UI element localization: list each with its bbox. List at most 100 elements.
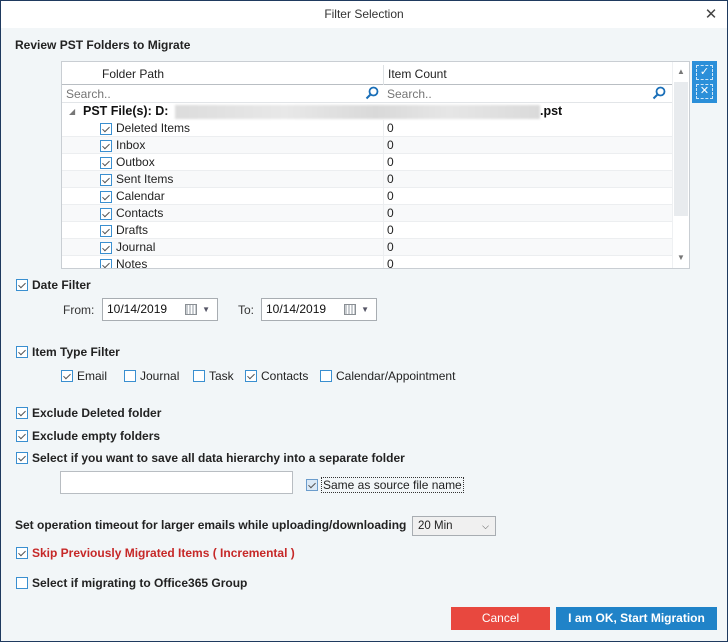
folder-checkbox[interactable]	[100, 208, 112, 220]
folder-name: Sent Items	[116, 172, 174, 186]
exclude-deleted-option[interactable]: Exclude Deleted folder	[16, 406, 161, 420]
calendar-appointment-checkbox[interactable]	[320, 369, 332, 382]
folder-row[interactable]: Deleted Items 0	[62, 120, 673, 137]
journal-checkbox[interactable]	[124, 369, 136, 382]
column-divider	[383, 137, 384, 154]
calendar-icon[interactable]	[344, 304, 356, 315]
folder-row[interactable]: Sent Items 0	[62, 171, 673, 188]
calendar-icon[interactable]	[185, 304, 197, 315]
task-checkbox[interactable]	[193, 369, 205, 382]
folder-checkbox[interactable]	[100, 174, 112, 186]
to-date-value: 10/14/2019	[266, 302, 327, 316]
scroll-down-arrow-icon[interactable]: ▼	[673, 250, 689, 266]
office365-group-option[interactable]: Select if migrating to Office365 Group	[16, 576, 247, 590]
item-count: 0	[387, 223, 394, 237]
task-label: Task	[209, 369, 234, 383]
exclude-deleted-label: Exclude Deleted folder	[32, 406, 162, 420]
folder-checkbox[interactable]	[100, 157, 112, 169]
folder-name: Deleted Items	[116, 121, 191, 135]
timeout-value: 20 Min	[418, 520, 453, 532]
review-section-title: Review PST Folders to Migrate	[15, 38, 191, 52]
date-filter-label: Date Filter	[32, 278, 91, 292]
folder-name: Calendar	[116, 189, 165, 203]
folder-checkbox[interactable]	[100, 259, 112, 268]
folder-checkbox[interactable]	[100, 140, 112, 152]
filter-selection-dialog: Filter Selection ✕ Review PST Folders to…	[0, 0, 728, 642]
to-date-picker[interactable]: 10/14/2019 ▼	[261, 298, 377, 321]
scroll-up-arrow-icon[interactable]: ▲	[673, 64, 689, 80]
skip-migrated-option[interactable]: Skip Previously Migrated Items ( Increme…	[16, 546, 295, 560]
folder-checkbox[interactable]	[100, 225, 112, 237]
item-type-filter-label: Item Type Filter	[32, 345, 120, 359]
close-icon[interactable]: ✕	[703, 1, 719, 28]
type-calendar-option[interactable]: Calendar/Appointment	[320, 369, 455, 383]
folder-row[interactable]: Contacts 0	[62, 205, 673, 222]
search-icon[interactable]	[365, 86, 379, 100]
select-all-icon[interactable]: ✓	[696, 65, 713, 80]
folder-name-input[interactable]	[60, 471, 293, 494]
same-as-source-checkbox[interactable]	[306, 478, 318, 491]
folder-row[interactable]: Notes 0	[62, 256, 673, 269]
folder-rows: Deleted Items 0 Inbox 0 Outbox 0 Sent Items 0 Ca…	[62, 120, 673, 269]
chevron-down-icon: ⌵	[482, 521, 489, 531]
deselect-all-icon[interactable]: ✕	[696, 84, 713, 99]
start-migration-button[interactable]: I am OK, Start Migration	[556, 607, 717, 630]
exclude-empty-option[interactable]: Exclude empty folders	[16, 429, 160, 443]
column-divider	[383, 65, 384, 85]
exclude-deleted-checkbox[interactable]	[16, 406, 28, 419]
item-type-filter-option[interactable]: Item Type Filter	[16, 345, 120, 359]
search-icon[interactable]	[652, 86, 666, 100]
type-journal-option[interactable]: Journal	[124, 369, 179, 383]
type-contacts-option[interactable]: Contacts	[245, 369, 308, 383]
save-hierarchy-checkbox[interactable]	[16, 451, 28, 464]
folder-name: Notes	[116, 257, 148, 269]
item-type-filter-checkbox[interactable]	[16, 345, 28, 358]
same-as-source-option[interactable]: Same as source file name	[306, 477, 464, 493]
type-email-option[interactable]: Email	[61, 369, 107, 383]
folder-row[interactable]: Outbox 0	[62, 154, 673, 171]
column-header-item-count[interactable]: Item Count	[388, 62, 447, 85]
item-count-search-input[interactable]	[383, 85, 653, 102]
email-label: Email	[77, 369, 108, 383]
save-hierarchy-option[interactable]: Select if you want to save all data hier…	[16, 451, 405, 465]
folder-checkbox[interactable]	[100, 191, 112, 203]
folder-checkbox[interactable]	[100, 123, 112, 135]
date-filter-checkbox[interactable]	[16, 278, 28, 291]
exclude-empty-checkbox[interactable]	[16, 429, 28, 442]
column-header-folder-path[interactable]: Folder Path	[102, 62, 164, 85]
pst-root-node[interactable]: ◢ PST File(s): D: .pst	[62, 103, 673, 120]
collapse-triangle-icon[interactable]: ◢	[69, 103, 75, 120]
scroll-thumb[interactable]	[674, 82, 688, 216]
folder-row[interactable]: Drafts 0	[62, 222, 673, 239]
skip-migrated-label: Skip Previously Migrated Items ( Increme…	[32, 546, 295, 560]
item-count: 0	[387, 257, 394, 269]
folder-row[interactable]: Journal 0	[62, 239, 673, 256]
skip-migrated-checkbox[interactable]	[16, 546, 28, 559]
contacts-checkbox[interactable]	[245, 369, 257, 382]
from-date-value: 10/14/2019	[107, 302, 168, 316]
column-divider	[383, 154, 384, 171]
folder-checkbox[interactable]	[100, 242, 112, 254]
folder-name: Outbox	[116, 155, 155, 169]
folder-row[interactable]: Calendar 0	[62, 188, 673, 205]
chevron-down-icon[interactable]: ▼	[361, 299, 369, 320]
from-date-picker[interactable]: 10/14/2019 ▼	[102, 298, 218, 321]
same-as-source-label: Same as source file name	[321, 477, 464, 493]
chevron-down-icon[interactable]: ▼	[202, 299, 210, 320]
type-task-option[interactable]: Task	[193, 369, 234, 383]
email-checkbox[interactable]	[61, 369, 73, 382]
folder-name: Inbox	[116, 138, 146, 152]
item-count: 0	[387, 206, 394, 220]
from-label: From:	[63, 303, 95, 317]
contacts-label: Contacts	[261, 369, 309, 383]
date-filter-option[interactable]: Date Filter	[16, 278, 91, 292]
vertical-scrollbar[interactable]: ▲ ▼	[672, 62, 689, 268]
folder-path-search-input[interactable]	[62, 85, 362, 102]
office365-group-label: Select if migrating to Office365 Group	[32, 576, 248, 590]
office365-group-checkbox[interactable]	[16, 576, 28, 589]
cancel-button[interactable]: Cancel	[451, 607, 550, 630]
item-count: 0	[387, 172, 394, 186]
timeout-select[interactable]: 20 Min ⌵	[412, 516, 496, 536]
folder-row[interactable]: Inbox 0	[62, 137, 673, 154]
item-count: 0	[387, 155, 394, 169]
